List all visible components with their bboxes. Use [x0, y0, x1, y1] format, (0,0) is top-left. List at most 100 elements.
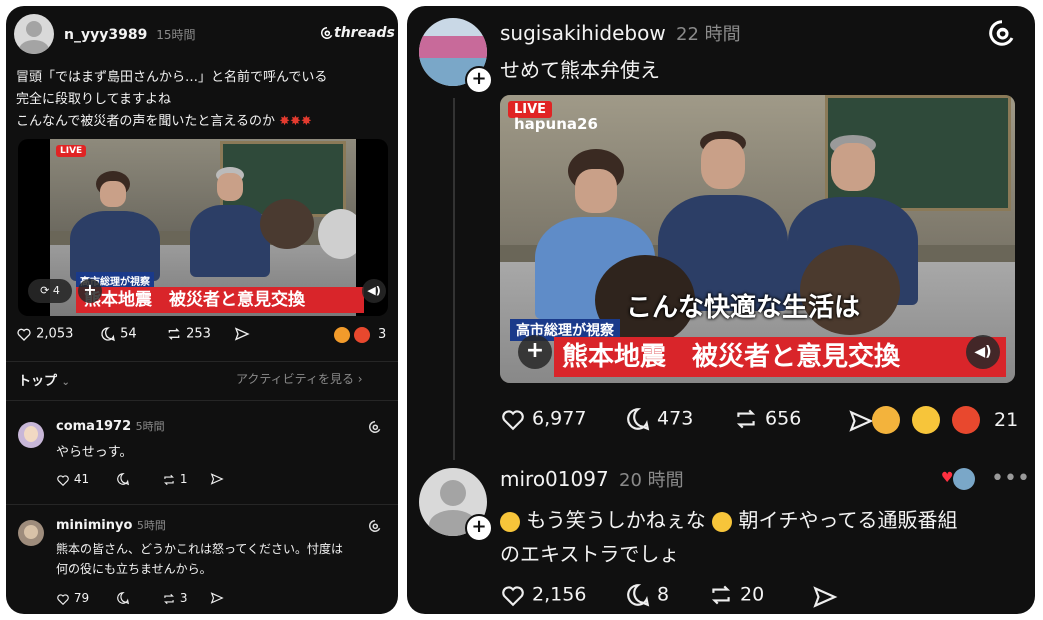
like-button[interactable]: 41 — [56, 472, 89, 487]
post-username[interactable]: n_yyy3989 — [64, 27, 147, 43]
repost-button[interactable]: 656 — [733, 406, 801, 432]
plus-icon: + — [525, 338, 545, 363]
heart-icon — [502, 410, 524, 431]
post-actions: 2,053 54 253 3 — [16, 324, 392, 348]
share-button[interactable] — [234, 326, 250, 342]
threads-logo-icon[interactable] — [987, 18, 1017, 48]
avatar[interactable] — [18, 520, 44, 546]
share-button[interactable] — [210, 591, 224, 605]
volume-button[interactable]: ◀) — [966, 335, 1000, 369]
sort-dropdown[interactable]: トップ ⌄ — [18, 370, 70, 389]
share-button[interactable] — [812, 584, 838, 610]
follow-button[interactable]: + — [465, 66, 493, 94]
plus-icon: + — [83, 280, 97, 299]
video-banner: 熊本地震 被災者と意見交換 — [554, 337, 1006, 377]
like-button[interactable]: 6,977 — [500, 406, 586, 432]
chevron-right-icon: › — [357, 372, 363, 386]
reply-time: 20 時間 — [619, 470, 684, 491]
follow-button[interactable]: + — [465, 514, 493, 542]
repost-count: 3 — [179, 591, 188, 605]
right-thread-panel: + sugisakihidebow 22 時間 せめて熊本弁使え LIVE ha… — [407, 6, 1035, 614]
repost-button[interactable]: 1 — [162, 472, 187, 487]
repost-button[interactable]: 3 — [162, 591, 187, 606]
heart-icon — [57, 593, 69, 605]
laughing-face-emoji-icon — [912, 406, 940, 434]
activity-link[interactable]: アクティビティを見る › — [236, 370, 363, 387]
post-video[interactable]: LIVE hapuna26 こんな快適な生活は 高市総理が視察 熊本地震 被災者… — [500, 95, 1015, 383]
threads-brand[interactable]: threads — [320, 25, 395, 41]
reply-username[interactable]: miniminyo — [56, 518, 132, 533]
comment-icon — [627, 408, 650, 431]
thread-line — [453, 98, 455, 460]
chevron-down-icon: ⌄ — [61, 377, 70, 388]
reply-time: 5時間 — [135, 420, 165, 433]
exploding-head-emoji-icon — [872, 406, 900, 434]
heart-icon: ♥ — [941, 470, 954, 486]
repost-count: 1 — [179, 472, 188, 486]
video-banner: 熊本地震 被災者と意見交換 — [76, 287, 364, 313]
comment-button[interactable]: 54 — [100, 326, 137, 342]
divider — [6, 504, 398, 505]
repost-button[interactable]: 20 — [708, 582, 764, 608]
reply-text-segment: もう笑うしかねぇな — [526, 508, 706, 532]
repost-count-pill[interactable]: ⟳ 4 — [28, 279, 72, 303]
post-video[interactable]: LIVE 高市総理が視察 熊本地震 被災者と意見交換 ⟳ 4 + ◀) — [18, 139, 388, 316]
divider — [6, 361, 398, 362]
more-button[interactable]: ••• — [991, 466, 1030, 491]
like-button[interactable]: 2,156 — [500, 582, 586, 608]
comment-count: 54 — [120, 326, 137, 342]
reply-text-line: 熊本の皆さん、どうかこれは怒ってください。忖度は — [56, 542, 344, 556]
comment-icon — [101, 327, 115, 342]
share-button[interactable] — [848, 408, 874, 434]
volume-icon: ◀) — [974, 344, 992, 360]
post-text: せめて熊本弁使え — [500, 58, 660, 82]
repost-icon — [164, 474, 174, 485]
video-subtitle: こんな快適な生活は — [626, 293, 861, 323]
like-button[interactable]: 2,053 — [16, 326, 73, 342]
reply-text-segment: 朝イチやってる通販番組 — [738, 508, 958, 532]
add-button[interactable]: + — [518, 335, 552, 369]
post-text-line: こんなんで被災者の声を聞いたと言えるのか — [16, 114, 275, 129]
avatar[interactable] — [14, 14, 54, 54]
share-icon — [210, 473, 224, 485]
comment-button[interactable]: 8 — [625, 582, 669, 608]
like-count: 2,156 — [532, 583, 587, 606]
plus-icon: + — [471, 516, 487, 537]
post-username[interactable]: sugisakihidebow — [500, 21, 666, 45]
repost-icon — [164, 593, 174, 604]
repost-count: 20 — [740, 583, 765, 606]
threads-logo-icon — [368, 420, 382, 434]
post-text-line: 冒頭「ではまず島田さんから…」と名前で呼んでいる — [16, 70, 328, 85]
like-button[interactable]: 79 — [56, 591, 89, 606]
volume-button[interactable]: ◀) — [362, 279, 386, 303]
repost-button[interactable]: 253 — [166, 326, 211, 342]
comment-button[interactable]: 473 — [625, 406, 693, 432]
rolling-laughing-emoji-icon — [712, 511, 733, 532]
more-icon: ••• — [991, 466, 1030, 491]
comment-count: 8 — [657, 583, 670, 606]
reply-item: miniminyo 5時間 熊本の皆さん、どうかこれは怒ってください。忖度は 何… — [6, 506, 398, 614]
comment-count: 473 — [657, 407, 694, 430]
reply-text: もう笑うしかねぇな 朝イチやってる通販番組 のエキストラでしょ — [500, 503, 1025, 571]
reply-username[interactable]: miro01097 — [500, 467, 609, 491]
post-actions: 6,977 473 656 21 — [500, 404, 1020, 434]
repost-icon: ⟳ — [40, 284, 50, 297]
heart-icon — [502, 586, 524, 607]
reply-username[interactable]: coma1972 — [56, 419, 131, 434]
share-button[interactable] — [210, 472, 224, 486]
threads-logo-icon — [320, 26, 334, 40]
repost-count: 4 — [52, 284, 60, 297]
comment-icon — [117, 592, 130, 605]
angry-face-emoji-icon — [334, 327, 350, 343]
like-count: 2,053 — [36, 326, 74, 342]
comment-button[interactable] — [116, 591, 130, 605]
angry-face-emoji-icon — [354, 327, 370, 343]
add-button[interactable]: + — [78, 279, 102, 303]
divider — [6, 400, 398, 401]
comment-button[interactable] — [116, 472, 130, 486]
avatar[interactable] — [18, 422, 44, 448]
comment-icon — [117, 473, 130, 486]
repost-count: 656 — [765, 407, 802, 430]
share-icon — [849, 410, 874, 432]
live-badge: LIVE — [56, 145, 87, 157]
